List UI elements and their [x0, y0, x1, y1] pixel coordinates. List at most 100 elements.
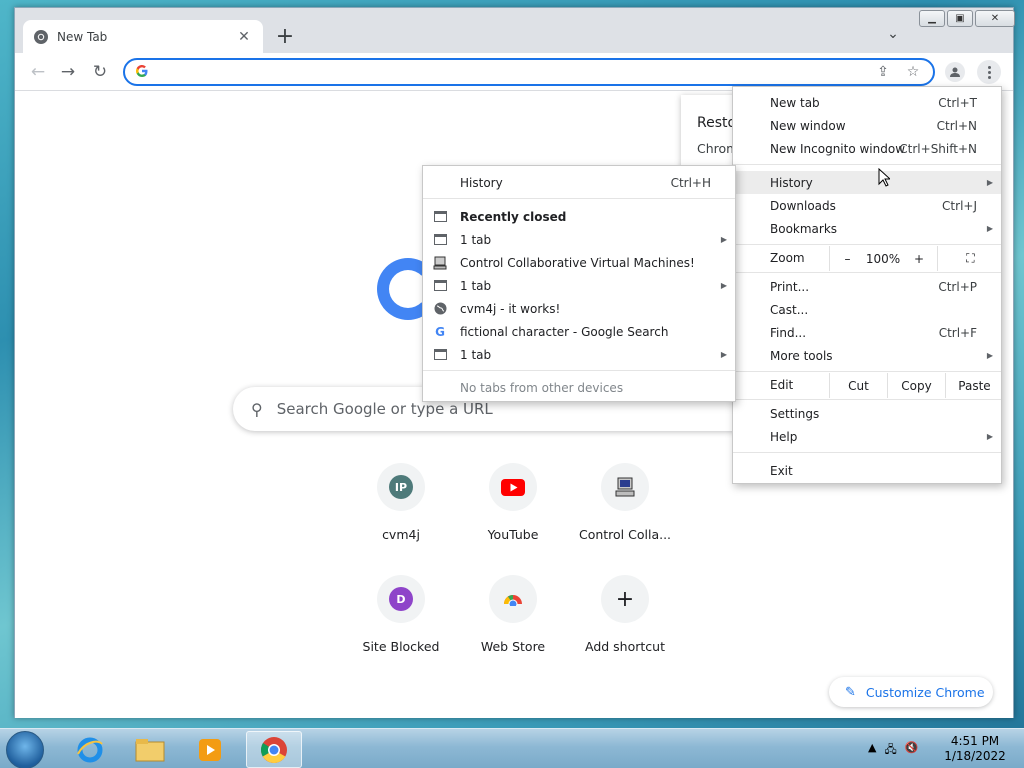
chrome-icon: [33, 29, 49, 45]
star-icon[interactable]: ☆: [903, 64, 923, 80]
search-icon: ⚲: [251, 399, 263, 419]
shortcut-youtube[interactable]: YouTube: [457, 463, 569, 563]
clock[interactable]: 4:51 PM 1/18/2022: [940, 734, 1010, 764]
restore-title: Resto: [697, 115, 737, 131]
tray-expand-icon[interactable]: ▲: [868, 741, 876, 760]
cut-button[interactable]: Cut: [829, 373, 887, 398]
submenu-arrow-icon: ▶: [986, 351, 993, 360]
menu-separator: [423, 370, 735, 371]
share-icon[interactable]: ⇪: [873, 64, 893, 80]
menu-separator: [733, 244, 1001, 245]
internet-explorer-icon[interactable]: [62, 731, 118, 768]
minimize-button[interactable]: ▁: [919, 10, 945, 27]
recent-item-1-tab[interactable]: 1 tab ▶: [423, 343, 735, 366]
network-icon[interactable]: 🖧: [884, 741, 896, 760]
profile-button[interactable]: [945, 62, 965, 82]
menu-item-cast[interactable]: Cast...: [733, 298, 1001, 321]
address-input[interactable]: [155, 64, 863, 80]
youtube-icon: [501, 478, 525, 496]
menu-item-settings[interactable]: Settings: [733, 402, 1001, 425]
computer-icon: [615, 477, 635, 497]
tab-strip: New Tab ✕ + ⌄ ▁ ▣ ✕: [15, 8, 1015, 53]
recent-item-1-tab[interactable]: 1 tab ▶: [423, 274, 735, 297]
tab-title: New Tab: [57, 29, 108, 44]
menu-item-downloads[interactable]: Downloads Ctrl+J: [733, 194, 1001, 217]
volume-muted-icon[interactable]: 🔇: [905, 741, 919, 760]
customize-chrome-button[interactable]: ✎ Customize Chrome: [829, 677, 993, 707]
menu-separator: [423, 198, 735, 199]
tab-new-tab[interactable]: New Tab ✕: [23, 20, 263, 53]
file-explorer-icon[interactable]: [122, 731, 178, 768]
media-player-icon[interactable]: [182, 731, 238, 768]
plus-icon: +: [615, 586, 635, 612]
submenu-arrow-icon: ▶: [720, 350, 727, 359]
menu-item-find[interactable]: Find... Ctrl+F: [733, 321, 1001, 344]
menu-item-new-window[interactable]: New window Ctrl+N: [733, 114, 1001, 137]
new-tab-button[interactable]: +: [271, 24, 299, 52]
fullscreen-icon[interactable]: ⛶: [937, 246, 1003, 271]
history-submenu: History Ctrl+H Recently closed 1 tab ▶ Con…: [422, 165, 736, 402]
omnibox[interactable]: ⇪ ☆: [123, 58, 935, 86]
menu-item-print[interactable]: Print... Ctrl+P: [733, 275, 1001, 298]
google-g-icon: G: [435, 324, 445, 339]
edit-label: Edit: [770, 378, 794, 392]
shortcut-label: Site Blocked: [362, 639, 440, 654]
submenu-arrow-icon: ▶: [986, 178, 993, 187]
chevron-down-icon[interactable]: ⌄: [883, 26, 903, 46]
shortcut-monogram: IP: [389, 475, 413, 499]
submenu-arrow-icon: ▶: [986, 432, 993, 441]
shortcut-label: Control Colla...: [578, 527, 672, 542]
mouse-cursor-icon: [878, 168, 890, 187]
history-menu-item[interactable]: History Ctrl+H: [423, 171, 735, 194]
recent-item-1-tab[interactable]: 1 tab ▶: [423, 228, 735, 251]
recent-item-google-search[interactable]: Gfictional character - Google Search: [423, 320, 735, 343]
paste-button[interactable]: Paste: [945, 373, 1003, 398]
windows-start-button[interactable]: [6, 731, 44, 768]
recent-item-control-collaborative[interactable]: Control Collaborative Virtual Machines!: [423, 251, 735, 274]
pencil-icon: ✎: [845, 684, 856, 700]
customize-label: Customize Chrome: [865, 684, 985, 700]
close-tab-icon[interactable]: ✕: [235, 29, 253, 45]
shortcut-site-blocked[interactable]: D Site Blocked: [345, 575, 457, 675]
shortcut-label: Add shortcut: [585, 639, 665, 654]
menu-item-history[interactable]: History ▶: [733, 171, 1001, 194]
shortcut-cvm4j[interactable]: IP cvm4j: [345, 463, 457, 563]
more-options-button[interactable]: [977, 60, 1001, 84]
shortcut-label: YouTube: [487, 527, 539, 542]
recently-closed-heading: Recently closed: [423, 205, 735, 228]
zoom-level: 100%: [865, 251, 901, 266]
zoom-label: Zoom: [770, 251, 805, 265]
forward-arrow-icon[interactable]: →: [57, 61, 79, 83]
search-placeholder: Search Google or type a URL: [276, 400, 493, 418]
menu-separator: [733, 272, 1001, 273]
globe-icon: [432, 301, 448, 317]
chrome-taskbar-icon[interactable]: [246, 731, 302, 768]
zoom-row: Zoom – 100% + ⛶: [733, 246, 1001, 271]
webstore-icon: [503, 594, 522, 606]
submenu-arrow-icon: ▶: [986, 224, 993, 233]
menu-item-bookmarks[interactable]: Bookmarks ▶: [733, 217, 1001, 240]
computer-icon: [432, 255, 448, 271]
shortcut-web-store[interactable]: Web Store: [457, 575, 569, 675]
shortcut-control-collaborative[interactable]: Control Colla...: [569, 463, 681, 563]
chrome-main-menu: New tab Ctrl+T New window Ctrl+N New Incog…: [732, 86, 1002, 484]
back-arrow-icon[interactable]: ←: [27, 61, 49, 83]
menu-separator: [733, 399, 1001, 400]
copy-button[interactable]: Copy: [887, 373, 945, 398]
shortcut-label: Web Store: [480, 639, 546, 654]
menu-item-exit[interactable]: Exit: [733, 459, 1001, 482]
submenu-arrow-icon: ▶: [720, 281, 727, 290]
zoom-out-button[interactable]: –: [829, 246, 865, 271]
edit-row: Edit Cut Copy Paste: [733, 373, 1001, 398]
menu-item-incognito[interactable]: New Incognito window Ctrl+Shift+N: [733, 137, 1001, 160]
window-close-button[interactable]: ✕: [975, 10, 1015, 27]
reload-icon[interactable]: ↻: [89, 61, 111, 83]
zoom-in-button[interactable]: +: [901, 246, 937, 271]
menu-item-help[interactable]: Help ▶: [733, 425, 1001, 448]
menu-item-new-tab[interactable]: New tab Ctrl+T: [733, 91, 1001, 114]
person-icon: [950, 67, 960, 77]
shortcut-add[interactable]: + Add shortcut: [569, 575, 681, 675]
maximize-button[interactable]: ▣: [947, 10, 973, 27]
menu-item-more-tools[interactable]: More tools ▶: [733, 344, 1001, 367]
recent-item-cvm4j[interactable]: cvm4j - it works!: [423, 297, 735, 320]
